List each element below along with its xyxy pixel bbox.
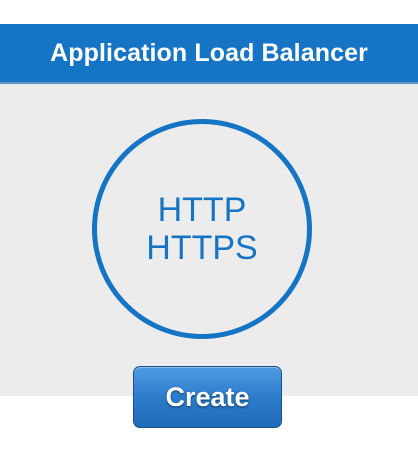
card-header: Application Load Balancer: [0, 24, 418, 84]
page: Application Load Balancer HTTP HTTPS Cre…: [0, 0, 418, 450]
card-title: Application Load Balancer: [50, 38, 368, 67]
protocol-https: HTTPS: [146, 229, 258, 267]
load-balancer-card: Application Load Balancer HTTP HTTPS: [0, 24, 418, 396]
protocol-http: HTTP: [157, 191, 247, 229]
create-button-label: Create: [165, 381, 250, 412]
protocol-circle: HTTP HTTPS: [92, 119, 312, 339]
create-button[interactable]: Create: [133, 366, 282, 428]
